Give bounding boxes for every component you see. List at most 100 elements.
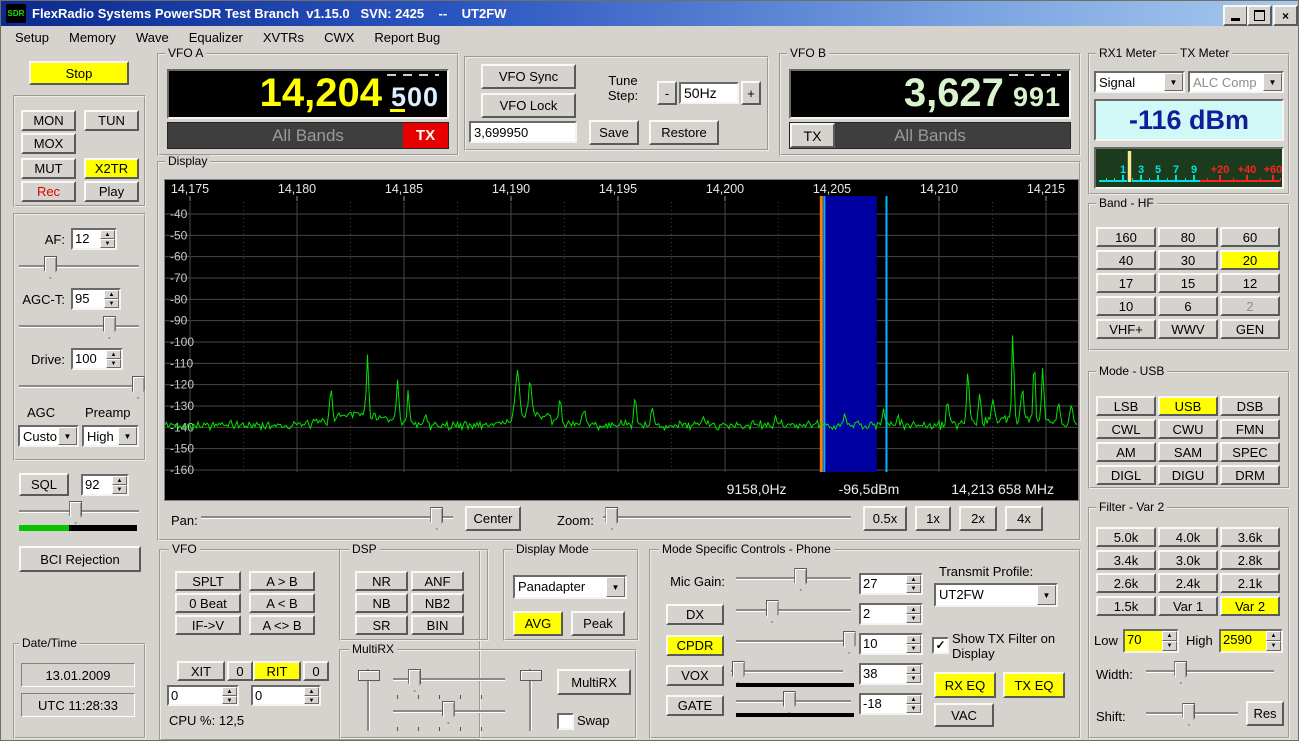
dsp-button-nr[interactable]: NR [355, 571, 408, 591]
mode-button-cwu[interactable]: CWU [1158, 419, 1218, 439]
slider-track[interactable] [603, 516, 851, 519]
filter-button-1.5k[interactable]: 1.5k [1096, 596, 1156, 616]
save-button[interactable]: Save [589, 120, 639, 145]
vfo-ops-button-a-b[interactable]: A < B [249, 593, 315, 613]
vfo-sync-button[interactable]: VFO Sync [481, 64, 576, 89]
mode-button-dsb[interactable]: DSB [1220, 396, 1280, 416]
slider-track[interactable] [731, 670, 843, 673]
xit-spinner[interactable]: 0 ▲ ▼ [167, 685, 239, 706]
band-button-2[interactable]: 2 [1220, 296, 1280, 316]
mode-button-digu[interactable]: DIGU [1158, 465, 1218, 485]
band-button-30[interactable]: 30 [1158, 250, 1218, 270]
mode-button-digl[interactable]: DIGL [1096, 465, 1156, 485]
show-tx-filter-checkbox[interactable]: ✓ [932, 637, 949, 654]
band-button-80[interactable]: 80 [1158, 227, 1218, 247]
spinner-up-icon[interactable]: ▲ [1162, 631, 1177, 641]
vox-button[interactable]: VOX [666, 665, 724, 686]
rit-zero-button[interactable]: 0 [303, 661, 329, 681]
band-button-20[interactable]: 20 [1220, 250, 1280, 270]
filter-button-3.4k[interactable]: 3.4k [1096, 550, 1156, 570]
gate-spinner[interactable]: -18 ▲ ▼ [859, 693, 923, 715]
filter-button-2.6k[interactable]: 2.6k [1096, 573, 1156, 593]
dx-spinner[interactable]: 2 ▲ ▼ [859, 603, 923, 625]
menu-item-memory[interactable]: Memory [59, 28, 126, 47]
spinner-down-icon[interactable]: ▼ [100, 239, 115, 248]
stop-button[interactable]: Stop [29, 61, 129, 85]
slider-track[interactable] [736, 577, 851, 580]
mox-button[interactable]: MOX [21, 133, 76, 154]
vfo-ops-button-splt[interactable]: SPLT [175, 571, 241, 591]
slider-thumb[interactable] [69, 501, 83, 524]
bci-rejection-button[interactable]: BCI Rejection [19, 546, 141, 572]
dx-slider[interactable] [736, 600, 851, 623]
slider-thumb[interactable] [1174, 661, 1188, 684]
panadapter-display[interactable]: 14,175 14,180 14,185 14,190 14,195 14,200 14,2… [164, 179, 1079, 501]
restore-button[interactable]: Restore [649, 120, 719, 145]
filter-button-3.0k[interactable]: 3.0k [1158, 550, 1218, 570]
band-button-17[interactable]: 17 [1096, 273, 1156, 293]
menu-item-cwx[interactable]: CWX [314, 28, 364, 47]
mode-button-drm[interactable]: DRM [1220, 465, 1280, 485]
filter-button-2.1k[interactable]: 2.1k [1220, 573, 1280, 593]
tun-button[interactable]: TUN [84, 110, 139, 131]
agct-slider[interactable] [19, 316, 139, 339]
cpdr-button[interactable]: CPDR [666, 635, 724, 656]
menu-item-wave[interactable]: Wave [126, 28, 179, 47]
dsp-button-nb[interactable]: NB [355, 593, 408, 613]
cpdr-spinner[interactable]: 10 ▲ ▼ [859, 633, 923, 655]
slider-thumb[interactable] [794, 568, 808, 591]
af-slider[interactable] [19, 256, 139, 279]
preamp-combo[interactable]: High ▼ [82, 425, 139, 447]
menu-item-report-bug[interactable]: Report Bug [364, 28, 450, 47]
band-button-10[interactable]: 10 [1096, 296, 1156, 316]
filter-reset-button[interactable]: Res [1246, 701, 1284, 726]
spinner-up-icon[interactable]: ▲ [112, 476, 127, 485]
vfo-a-frequency-display[interactable]: 14,204 500 [167, 69, 449, 119]
vfo-ops-button-a-b[interactable]: A <> B [249, 615, 315, 635]
slider-thumb[interactable] [441, 701, 455, 724]
slider-thumb[interactable] [520, 669, 542, 681]
spinner-up-icon[interactable]: ▲ [906, 695, 921, 704]
xit-zero-button[interactable]: 0 [227, 661, 253, 681]
maximize-button[interactable] [1247, 5, 1272, 26]
spinner-down-icon[interactable]: ▼ [906, 674, 921, 683]
rit-spinner[interactable]: 0 ▲ ▼ [251, 685, 321, 706]
multirx-pan-slider[interactable] [393, 701, 505, 724]
spinner-down-icon[interactable]: ▼ [106, 359, 121, 368]
spinner-down-icon[interactable]: ▼ [906, 704, 921, 713]
minimize-button[interactable] [1223, 5, 1248, 26]
spinner-up-icon[interactable]: ▲ [1266, 631, 1281, 641]
mode-button-cwl[interactable]: CWL [1096, 419, 1156, 439]
band-button-12[interactable]: 12 [1220, 273, 1280, 293]
multirx-pan-slider-right[interactable] [519, 669, 542, 731]
pan-slider[interactable] [201, 507, 453, 530]
mic-gain-spinner[interactable]: 27 ▲ ▼ [859, 573, 923, 595]
spinner-up-icon[interactable]: ▲ [906, 635, 921, 644]
tune-step-plus-button[interactable]: + [741, 81, 761, 105]
slider-track[interactable] [19, 265, 139, 268]
slider-thumb[interactable] [1182, 703, 1196, 726]
drive-slider[interactable] [19, 376, 145, 399]
sql-button[interactable]: SQL [19, 473, 69, 496]
filter-button-2.8k[interactable]: 2.8k [1220, 550, 1280, 570]
filter-button-var-1[interactable]: Var 1 [1158, 596, 1218, 616]
slider-thumb[interactable] [605, 507, 619, 530]
dropdown-arrow-icon[interactable]: ▼ [1164, 73, 1183, 91]
vfo-ops-button-0-beat[interactable]: 0 Beat [175, 593, 241, 613]
mic-gain-slider[interactable] [736, 568, 851, 591]
spinner-down-icon[interactable]: ▼ [906, 614, 921, 623]
band-button-6[interactable]: 6 [1158, 296, 1218, 316]
mode-button-sam[interactable]: SAM [1158, 442, 1218, 462]
slider-track[interactable] [736, 640, 851, 643]
sql-spinner[interactable]: 92 ▲ ▼ [81, 474, 129, 496]
avg-button[interactable]: AVG [513, 611, 563, 636]
menu-item-setup[interactable]: Setup [5, 28, 59, 47]
spinner-down-icon[interactable]: ▼ [112, 485, 127, 494]
x2tr-button[interactable]: X2TR [84, 158, 139, 179]
zoom-1x-button[interactable]: 1x [915, 506, 951, 531]
rx-eq-button[interactable]: RX EQ [934, 672, 996, 698]
mode-button-usb[interactable]: USB [1158, 396, 1218, 416]
mode-button-fmn[interactable]: FMN [1220, 419, 1280, 439]
filter-button-var-2[interactable]: Var 2 [1220, 596, 1280, 616]
filter-button-2.4k[interactable]: 2.4k [1158, 573, 1218, 593]
